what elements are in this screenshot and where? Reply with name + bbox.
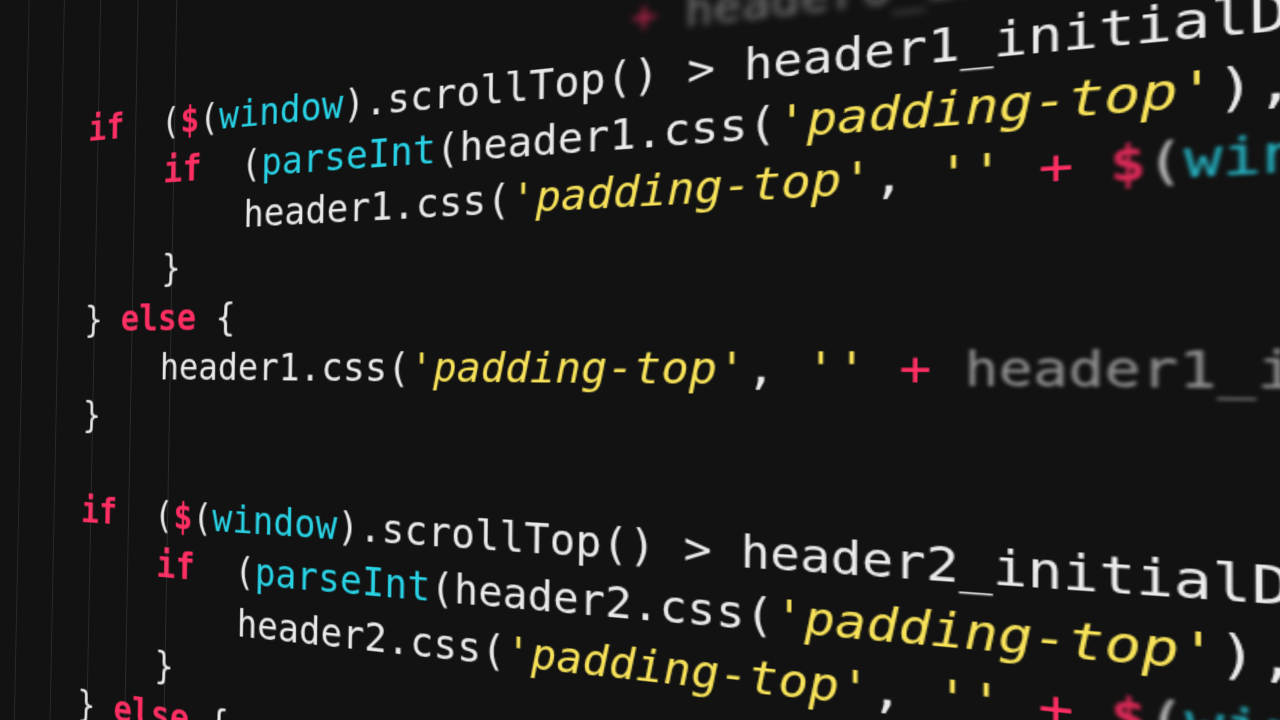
code-token: if — [163, 145, 202, 191]
code-token: ( — [199, 94, 219, 140]
code-token: '' — [937, 141, 1004, 202]
code-token: else — [120, 295, 196, 340]
code-token: ( — [1146, 129, 1184, 192]
code-token: + — [899, 340, 965, 398]
code-token: } — [161, 246, 181, 290]
code-token: { — [196, 294, 236, 339]
code-token: '' — [936, 667, 1004, 720]
code-token: ( — [192, 495, 212, 541]
code-token: } — [84, 297, 121, 340]
editor-viewport: + header0_initialPadding + 'px');if ($(w… — [0, 0, 1280, 720]
code-token: '' — [805, 340, 867, 396]
code-token: if — [156, 542, 195, 589]
code-token: $ — [1110, 132, 1147, 194]
code-token: $ — [1110, 683, 1147, 720]
code-token: } — [83, 393, 102, 436]
code-token: 'padding-top' — [410, 341, 747, 395]
code-token: ), — [1218, 622, 1280, 696]
code-token: { — [189, 697, 229, 720]
code-token: + — [1038, 676, 1110, 720]
code-token: ( — [1147, 687, 1185, 720]
code-token: ( — [117, 491, 174, 538]
code-token: $ — [180, 96, 200, 141]
code-token: , — [873, 146, 937, 206]
code-token: ( — [201, 140, 261, 189]
code-token — [867, 340, 899, 397]
code-token: window — [1185, 691, 1280, 720]
code-token: } — [154, 642, 174, 688]
code-token: window — [1184, 113, 1280, 190]
code-token: header1_initialPadding — [965, 334, 1280, 410]
code-token: $ — [173, 494, 193, 539]
code-token: } — [77, 681, 114, 720]
code-token: + — [1038, 134, 1109, 197]
code-token: window — [212, 496, 337, 550]
code-token: header1.css( — [160, 343, 411, 391]
code-token — [1003, 673, 1038, 720]
code-token: if — [81, 489, 118, 534]
code-token: if — [88, 104, 125, 149]
code-token: + — [630, 0, 685, 43]
code-lines: + header0_initialPadding + 'px');if ($(w… — [0, 0, 1280, 720]
code-token — [1004, 139, 1039, 199]
code-token: ( — [124, 98, 181, 146]
code-token: ), — [1216, 47, 1280, 119]
code-surface[interactable]: + header0_initialPadding + 'px');if ($(w… — [0, 0, 1280, 720]
code-token: , — [871, 661, 936, 720]
code-token: ( — [194, 545, 255, 595]
code-token: , — [746, 341, 806, 396]
code-token — [10, 438, 28, 480]
